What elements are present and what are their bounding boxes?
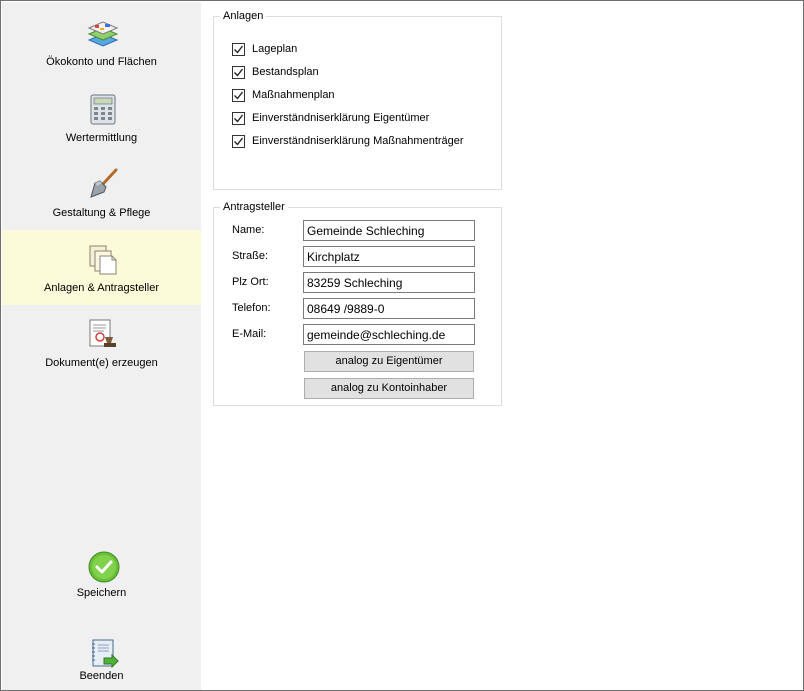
sidebar-item-label: Wertermittlung [65, 132, 138, 144]
checkbox-massnahmenplan[interactable]: Maßnahmenplan [232, 87, 335, 103]
certificate-stamp-icon [89, 319, 116, 347]
calculator-icon [90, 94, 116, 125]
anlagen-group: Anlagen Lageplan Bestandsplan Maßnahmenp… [213, 10, 502, 190]
checkmark-icon [88, 551, 120, 583]
sidebar-item-oekokonto[interactable]: Ökokonto und Flächen [2, 4, 201, 79]
check-icon [234, 91, 244, 100]
checkbox-box[interactable] [232, 134, 245, 148]
checkbox-label: Maßnahmenplan [252, 89, 335, 101]
checkbox-label: Einverständniserklärung Maßnahmenträger [252, 135, 464, 147]
telefon-label: Telefon: [232, 302, 271, 314]
checkbox-label: Bestandsplan [252, 66, 319, 78]
shovel-icon [90, 168, 118, 198]
layers-map-icon [87, 21, 119, 47]
checkbox-box[interactable] [232, 111, 245, 125]
exit-button[interactable]: Beenden [2, 638, 201, 691]
sidebar-item-gestaltung[interactable]: Gestaltung & Pflege [2, 155, 201, 230]
checkbox-box[interactable] [232, 42, 245, 56]
exit-book-icon [92, 639, 119, 669]
main-window: Ökokonto und Flächen Wertermittlung Gest… [0, 0, 804, 691]
analog-eigentuemer-button[interactable]: analog zu Eigentümer [304, 351, 474, 372]
check-icon [234, 114, 244, 123]
sidebar: Ökokonto und Flächen Wertermittlung Gest… [2, 2, 201, 690]
sidebar-item-label: Dokument(e) erzeugen [45, 357, 158, 369]
check-icon [234, 68, 244, 77]
sidebar-item-wertermittlung[interactable]: Wertermittlung [2, 80, 201, 155]
checkbox-bestandsplan[interactable]: Bestandsplan [232, 64, 319, 80]
plzort-input[interactable] [303, 272, 475, 293]
name-label: Name: [232, 224, 265, 236]
group-title-antragsteller: Antragsteller [220, 201, 288, 214]
group-title-anlagen: Anlagen [220, 10, 267, 23]
antragsteller-group: Antragsteller Name: Straße: Plz Ort: Tel… [213, 201, 502, 406]
checkbox-label: Lageplan [252, 43, 298, 55]
analog-kontoinhaber-button[interactable]: analog zu Kontoinhaber [304, 378, 474, 399]
strasse-label: Straße: [232, 250, 269, 262]
exit-label: Beenden [79, 670, 124, 682]
telefon-input[interactable] [303, 298, 475, 319]
checkbox-label: Einverständniserklärung Eigentümer [252, 112, 430, 124]
plzort-label: Plz Ort: [232, 276, 269, 288]
checkbox-box[interactable] [232, 88, 245, 102]
checkbox-einverstaendnis-massnahmentraeger[interactable]: Einverständniserklärung Maßnahmenträger [232, 133, 464, 149]
sidebar-item-label: Anlagen & Antragsteller [44, 282, 159, 294]
sidebar-item-label: Ökokonto und Flächen [46, 56, 157, 68]
email-label: E-Mail: [232, 328, 267, 340]
sidebar-item-anlagen[interactable]: Anlagen & Antragsteller [2, 230, 201, 305]
check-icon [234, 137, 244, 146]
name-input[interactable] [303, 220, 475, 241]
save-button[interactable]: Speichern [2, 551, 201, 611]
save-label: Speichern [76, 587, 127, 599]
documents-icon [89, 245, 117, 275]
check-icon [234, 45, 244, 54]
sidebar-item-label: Gestaltung & Pflege [52, 207, 151, 219]
checkbox-einverstaendnis-eigentuemer[interactable]: Einverständniserklärung Eigentümer [232, 110, 429, 126]
checkbox-lageplan[interactable]: Lageplan [232, 41, 297, 57]
sidebar-item-dokumente[interactable]: Dokument(e) erzeugen [2, 305, 201, 380]
email-input[interactable] [303, 324, 475, 345]
checkbox-box[interactable] [232, 65, 245, 79]
strasse-input[interactable] [303, 246, 475, 267]
